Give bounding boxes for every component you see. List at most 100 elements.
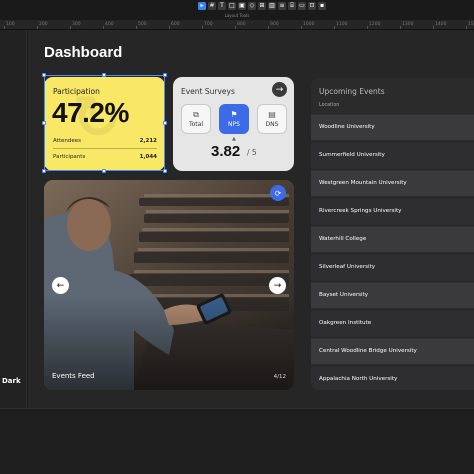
ruler-tick-mark: [70, 26, 71, 29]
participants-label: Participants: [53, 154, 86, 160]
ruler-tick-mark: [268, 26, 269, 29]
arrow-right-icon[interactable]: →: [272, 82, 287, 97]
events-feed-label: Events Feed: [52, 372, 95, 380]
flag-icon: ⚑: [230, 110, 238, 119]
survey-option-nps[interactable]: ⚑ NPS: [219, 104, 249, 134]
participation-card[interactable]: ↻ Participation 47.2% Attendees 2,212 Pa…: [44, 77, 165, 171]
participants-value: 1,044: [139, 154, 157, 160]
events-feed-counter: 4/12: [273, 374, 286, 380]
survey-option-total[interactable]: ⧉ Total: [181, 104, 211, 134]
share-tool-icon[interactable]: ⊡: [308, 2, 316, 10]
event-surveys-card: Event Surveys → ⧉ Total ⚑ NPS ▤ DNS ▲ 3.…: [173, 77, 294, 171]
survey-score: 3.82: [211, 143, 241, 160]
ruler-tick-mark: [202, 26, 203, 29]
ruler-tick-mark: [235, 26, 236, 29]
ruler-tick-label: 900: [270, 22, 279, 27]
event-list-item[interactable]: Oakgreen Institute: [311, 311, 474, 336]
event-list-item[interactable]: Westgreen Mountain University: [311, 171, 474, 196]
event-list-item[interactable]: Bayset University: [311, 283, 474, 308]
text-tool-icon[interactable]: T: [218, 2, 226, 10]
resize-handle-top[interactable]: [102, 73, 106, 77]
ruler-tick-mark: [400, 26, 401, 29]
ruler-tick-mark: [103, 26, 104, 29]
ruler-tick-label: 1300: [402, 22, 414, 27]
resize-handle-top-right[interactable]: [163, 73, 167, 77]
ruler-tick-label: 1400: [435, 22, 447, 27]
selection-pointer-icon: ▲: [232, 136, 236, 142]
chart-tool-icon[interactable]: ▥: [268, 2, 276, 10]
attendees-value: 2,212: [139, 138, 157, 144]
survey-option-dns[interactable]: ▤ DNS: [257, 104, 287, 134]
event-list-item[interactable]: Waterhill College: [311, 227, 474, 252]
ruler-tick-mark: [466, 26, 467, 29]
participation-divider: [53, 148, 157, 149]
survey-option-label: NPS: [228, 121, 240, 128]
event-list-item[interactable]: Summerfield University: [311, 143, 474, 168]
events-feed-photo: [44, 180, 294, 390]
attendees-label: Attendees: [53, 138, 81, 144]
resize-handle-right[interactable]: [163, 121, 167, 125]
code-tool-icon[interactable]: ⌸: [288, 2, 296, 10]
event-list-item[interactable]: Silverleaf University: [311, 255, 474, 280]
survey-option-label: DNS: [265, 121, 279, 128]
resize-handle-bottom-right[interactable]: [163, 169, 167, 173]
copy-icon: ⧉: [193, 110, 199, 119]
list-tool-icon[interactable]: ≡: [278, 2, 286, 10]
ruler-tick-mark: [367, 26, 368, 29]
participation-value: 47.2%: [52, 97, 129, 128]
ruler-tick-label: 100: [6, 22, 15, 27]
previous-arrow-icon[interactable]: ←: [52, 277, 69, 294]
ruler-tick-label: 800: [237, 22, 246, 27]
ruler-tick-label: 1100: [336, 22, 348, 27]
resize-handle-top-left[interactable]: [42, 73, 46, 77]
left-canvas-strip: [0, 30, 27, 408]
ruler-tick-label: 1200: [369, 22, 381, 27]
image-tool-icon[interactable]: ▣: [238, 2, 246, 10]
ruler-tick-label: 700: [204, 22, 213, 27]
survey-score-max: / 5: [247, 148, 257, 157]
more-tool-icon[interactable]: ▪: [318, 2, 326, 10]
tool-group: ▸ # T □ ▣ ◇ ⊞ ▥ ≡ ⌸ ▭ ⊡ ▪: [198, 2, 326, 10]
component-tool-icon[interactable]: ◇: [248, 2, 256, 10]
resize-handle-left[interactable]: [42, 121, 46, 125]
participants-row: Participants 1,044: [53, 154, 157, 160]
resize-handle-bottom-left[interactable]: [42, 169, 46, 173]
location-column-header: Location: [319, 103, 340, 108]
ruler-tick-label: 400: [105, 22, 114, 27]
ruler-tick-mark: [37, 26, 38, 29]
upcoming-events-title: Upcoming Events: [319, 87, 385, 96]
ruler-tick-label: 200: [39, 22, 48, 27]
next-arrow-icon[interactable]: →: [269, 277, 286, 294]
layout-label: Layout Tools: [0, 12, 474, 20]
ruler-tick-mark: [433, 26, 434, 29]
surveys-title: Event Surveys: [181, 87, 235, 96]
ruler-tick-mark: [136, 26, 137, 29]
rectangle-tool-icon[interactable]: □: [228, 2, 236, 10]
refresh-icon[interactable]: ⟳: [270, 185, 286, 201]
select-tool-icon[interactable]: ▸: [198, 2, 206, 10]
resize-handle-bottom[interactable]: [102, 169, 106, 173]
event-list-item[interactable]: Appalachia North University: [311, 367, 474, 390]
ruler-tick-label: 1500: [468, 22, 474, 27]
upcoming-events-panel: Upcoming Events Location Woodline Univer…: [311, 78, 474, 390]
ruler-tick-label: 1000: [303, 22, 315, 27]
ruler-tick-mark: [334, 26, 335, 29]
ruler-tick-mark: [169, 26, 170, 29]
event-list-item[interactable]: Central Woodline Bridge University: [311, 339, 474, 364]
attendees-row: Attendees 2,212: [53, 138, 157, 144]
grid-tool-icon[interactable]: ⊞: [258, 2, 266, 10]
preview-tool-icon[interactable]: ▭: [298, 2, 306, 10]
event-list-item[interactable]: Rivercreek Springs University: [311, 199, 474, 224]
participation-title: Participation: [53, 87, 100, 96]
events-feed-card[interactable]: ⟳ ← → Events Feed 4/12: [44, 180, 294, 390]
ruler-tick-mark: [301, 26, 302, 29]
horizontal-ruler: 100 200 300 400 500 600 700 800 900 1000 1100 1200 1…: [0, 20, 474, 30]
event-list-item[interactable]: Woodline University: [311, 115, 474, 140]
ruler-tick-label: 300: [72, 22, 81, 27]
frame-tool-icon[interactable]: #: [208, 2, 216, 10]
page-title: Dashboard: [44, 44, 123, 61]
ruler-tick-mark: [4, 26, 5, 29]
ruler-tick-label: 600: [171, 22, 180, 27]
canvas-bottom-area: [0, 408, 474, 474]
survey-option-label: Total: [188, 121, 203, 128]
